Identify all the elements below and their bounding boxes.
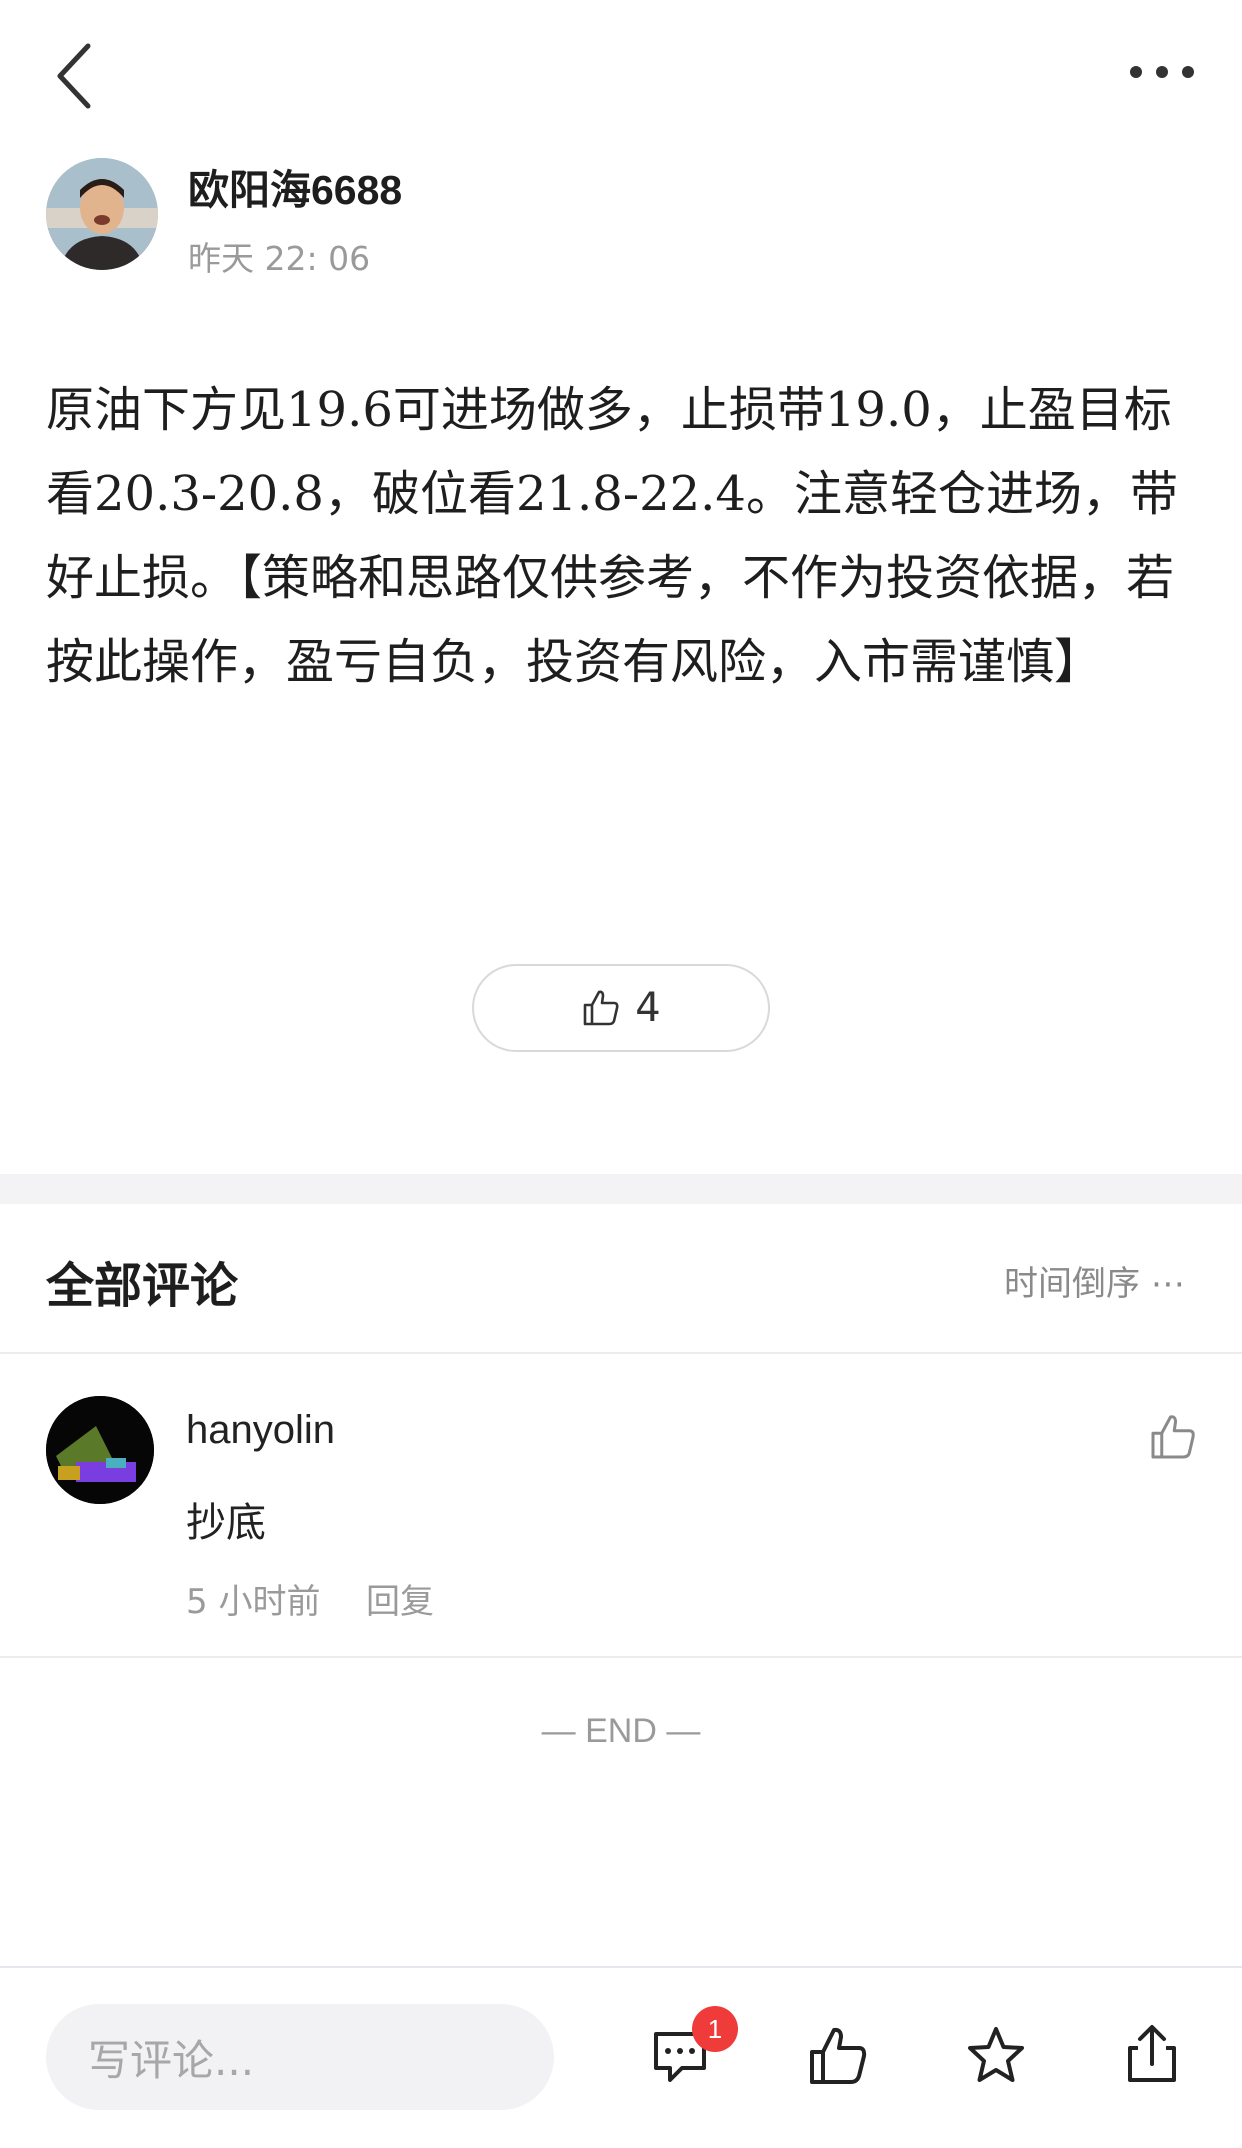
bottom-bar-divider [0, 1966, 1242, 1968]
comment-input[interactable]: 写评论... [46, 2004, 554, 2110]
post-like-button[interactable]: 4 [472, 964, 770, 1052]
post-body-text: 原油下方见19.6可进场做多，止损带19.0，止盈目标看20.3-20.8，破位… [46, 382, 1178, 690]
reply-button[interactable]: 回复 [366, 1574, 434, 1623]
share-icon[interactable] [1120, 2022, 1184, 2086]
comment-like-icon[interactable] [1148, 1412, 1198, 1462]
author-name[interactable]: 欧阳海6688 [188, 156, 402, 216]
back-chevron-icon[interactable] [52, 40, 96, 112]
thumbs-up-icon[interactable] [806, 2024, 870, 2088]
commenter-avatar[interactable] [46, 1396, 154, 1504]
section-divider [0, 1174, 1242, 1204]
sort-order-button[interactable]: 时间倒序 ⋯ [1004, 1256, 1185, 1305]
star-icon[interactable] [964, 2024, 1028, 2088]
end-marker: — END — [541, 1712, 701, 1750]
comment-text: 抄底 [186, 1500, 266, 1546]
author-avatar[interactable] [46, 158, 158, 270]
post-time: 昨天 22: 06 [188, 239, 371, 278]
thumbs-up-icon [583, 990, 619, 1026]
more-dots-icon[interactable] [1128, 62, 1196, 82]
commenter-name[interactable]: hanyolin [186, 1408, 335, 1453]
comment-time: 5 小时前 [186, 1582, 321, 1622]
comments-title: 全部评论 [46, 1258, 239, 1314]
divider [0, 1656, 1242, 1658]
divider [0, 1352, 1242, 1354]
like-count: 4 [635, 985, 661, 1031]
comment-count-badge: 1 [692, 2006, 738, 2052]
